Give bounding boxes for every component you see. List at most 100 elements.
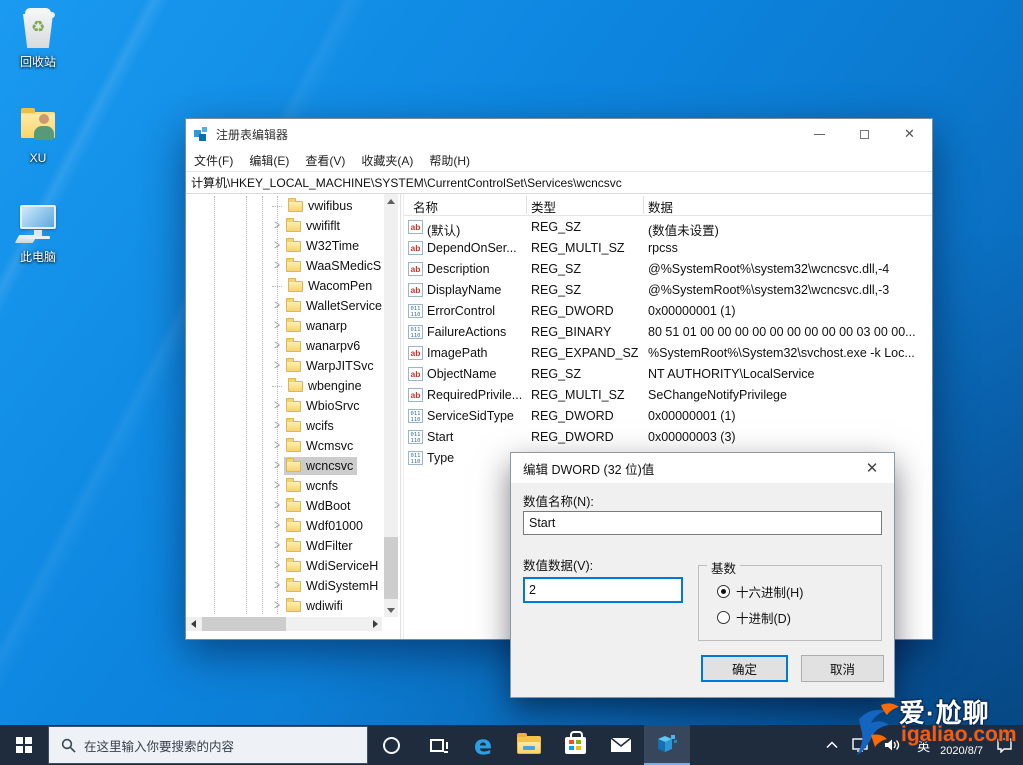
tree-item-wcncsvc[interactable]: >wcncsvc [186, 456, 400, 476]
tree-item-WdFilter[interactable]: >WdFilter [186, 536, 400, 556]
chevron-right-icon[interactable]: > [271, 599, 284, 613]
ok-button[interactable]: 确定 [701, 655, 788, 682]
minimize-button[interactable] [797, 119, 842, 149]
dialog-title-bar[interactable]: 编辑 DWORD (32 位)值 ✕ [511, 453, 894, 483]
value-row-(默认)[interactable]: ab(默认)REG_SZ(数值未设置) [404, 217, 932, 238]
tree-horizontal-scrollbar[interactable] [186, 617, 382, 631]
value-row-Description[interactable]: abDescriptionREG_SZ@%SystemRoot%\system3… [404, 259, 932, 280]
value-data-input[interactable] [523, 577, 683, 603]
tray-chevron-up-icon[interactable] [819, 741, 845, 749]
tree-item-WalletService[interactable]: >WalletService [186, 296, 400, 316]
tree-vertical-scrollbar[interactable] [384, 194, 398, 617]
chevron-right-icon[interactable]: > [271, 299, 284, 313]
value-row-ErrorControl[interactable]: 011110ErrorControlREG_DWORD0x00000001 (1… [404, 301, 932, 322]
desktop-icon-this-pc[interactable]: 此电脑 [5, 203, 71, 265]
start-button[interactable] [0, 725, 48, 765]
taskbar-task-view-button[interactable] [414, 725, 460, 765]
column-header-type[interactable]: 类型 [531, 197, 556, 216]
taskbar-file-explorer-button[interactable] [506, 725, 552, 765]
tree-item-wcnfs[interactable]: >wcnfs [186, 476, 400, 496]
scrollbar-thumb[interactable] [202, 617, 286, 631]
value-row-ServiceSidType[interactable]: 011110ServiceSidTypeREG_DWORD0x00000001 … [404, 406, 932, 427]
tree-item-Wdf01000[interactable]: >Wdf01000 [186, 516, 400, 536]
desktop-icon-user-folder[interactable]: XU [5, 106, 71, 165]
chevron-right-icon[interactable]: > [271, 559, 284, 573]
tree-item-WdiServiceH[interactable]: >WdiServiceH [186, 556, 400, 576]
taskbar-edge-button[interactable]: e [460, 725, 506, 765]
value-row-ObjectName[interactable]: abObjectNameREG_SZNT AUTHORITY\LocalServ… [404, 364, 932, 385]
radio-decimal[interactable]: 十进制(D) [717, 608, 791, 627]
menu-favorites[interactable]: 收藏夹(A) [353, 152, 421, 169]
chevron-right-icon[interactable]: > [271, 219, 284, 233]
taskbar-cortana-button[interactable] [368, 725, 414, 765]
chevron-right-icon[interactable]: > [271, 479, 284, 493]
menu-edit[interactable]: 编辑(E) [241, 152, 297, 169]
value-row-RequiredPrivile...[interactable]: abRequiredPrivile...REG_MULTI_SZSeChange… [404, 385, 932, 406]
scroll-down-arrow[interactable] [384, 603, 398, 617]
chevron-right-icon[interactable]: > [271, 359, 284, 373]
radio-hexadecimal[interactable]: 十六进制(H) [717, 582, 803, 601]
address-input[interactable] [187, 173, 931, 192]
scroll-up-arrow[interactable] [384, 194, 398, 208]
tray-ime-indicator[interactable]: 英 [909, 736, 938, 755]
chevron-right-icon[interactable]: > [271, 579, 284, 593]
menu-file[interactable]: 文件(F) [186, 152, 241, 169]
chevron-right-icon[interactable]: > [271, 439, 284, 453]
tree-item-wanarpv6[interactable]: >wanarpv6 [186, 336, 400, 356]
close-button[interactable]: ✕ [887, 119, 932, 149]
taskbar-store-button[interactable] [552, 725, 598, 765]
chevron-right-icon[interactable]: > [271, 399, 284, 413]
tree-item-vwififlt[interactable]: >vwififlt [186, 216, 400, 236]
scrollbar-thumb[interactable] [384, 537, 398, 599]
tree-item-WarpJITSvc[interactable]: >WarpJITSvc [186, 356, 400, 376]
chevron-right-icon[interactable]: > [271, 319, 284, 333]
value-row-DisplayName[interactable]: abDisplayNameREG_SZ@%SystemRoot%\system3… [404, 280, 932, 301]
cancel-button[interactable]: 取消 [801, 655, 884, 682]
chevron-right-icon[interactable]: > [271, 519, 284, 533]
tree-item-wbengine[interactable]: wbengine [186, 376, 400, 396]
chevron-right-icon[interactable]: > [271, 539, 284, 553]
tree-item-wdiwifi[interactable]: >wdiwifi [186, 596, 400, 616]
chevron-right-icon[interactable]: > [271, 499, 284, 513]
tree-item-WdiSystemH[interactable]: >WdiSystemH [186, 576, 400, 596]
tree-item-W32Time[interactable]: >W32Time [186, 236, 400, 256]
title-bar[interactable]: 注册表编辑器 ✕ [186, 119, 932, 149]
tray-volume-icon[interactable] [877, 738, 909, 752]
tree-item-WacomPen[interactable]: WacomPen [186, 276, 400, 296]
desktop-icon-recycle-bin[interactable]: ♻ 回收站 [5, 8, 71, 70]
chevron-right-icon[interactable]: > [271, 419, 284, 433]
tree-item-wanarp[interactable]: >wanarp [186, 316, 400, 336]
tree-item-WaaSMedicS[interactable]: >WaaSMedicS [186, 256, 400, 276]
tree-item-WbioSrvc[interactable]: >WbioSrvc [186, 396, 400, 416]
taskbar-mail-button[interactable] [598, 725, 644, 765]
scroll-left-arrow[interactable] [186, 617, 200, 631]
chevron-right-icon[interactable]: > [271, 459, 284, 473]
chevron-right-icon[interactable]: > [271, 239, 284, 253]
taskbar-search-box[interactable]: 在这里输入你要搜索的内容 [48, 726, 368, 764]
menu-view[interactable]: 查看(V) [297, 152, 353, 169]
registry-tree[interactable]: vwifibus>vwififlt>W32Time>WaaSMedicSWaco… [186, 194, 400, 639]
tree-item-Wcmsvc[interactable]: >Wcmsvc [186, 436, 400, 456]
taskbar-regedit-button-active[interactable] [644, 725, 690, 765]
tray-network-icon[interactable] [845, 738, 877, 752]
column-separator[interactable] [526, 196, 527, 214]
radio-button-icon[interactable] [717, 585, 730, 598]
maximize-button[interactable] [842, 119, 887, 149]
radio-button-icon[interactable] [717, 611, 730, 624]
value-row-FailureActions[interactable]: 011110FailureActionsREG_BINARY80 51 01 0… [404, 322, 932, 343]
value-row-Start[interactable]: 011110StartREG_DWORD0x00000003 (3) [404, 427, 932, 448]
chevron-right-icon[interactable]: > [271, 339, 284, 353]
column-header-name[interactable]: 名称 [413, 197, 438, 216]
value-name-field[interactable] [523, 511, 882, 535]
scroll-right-arrow[interactable] [368, 617, 382, 631]
tree-item-vwifibus[interactable]: vwifibus [186, 196, 400, 216]
tree-item-WdBoot[interactable]: >WdBoot [186, 496, 400, 516]
action-center-icon[interactable] [989, 738, 1023, 753]
column-header-data[interactable]: 数据 [648, 197, 673, 216]
dialog-close-icon[interactable]: ✕ [850, 453, 894, 483]
chevron-right-icon[interactable]: > [271, 259, 284, 273]
value-row-DependOnSer...[interactable]: abDependOnSer...REG_MULTI_SZrpcss [404, 238, 932, 259]
column-separator[interactable] [643, 196, 644, 214]
tree-item-wcifs[interactable]: >wcifs [186, 416, 400, 436]
value-row-ImagePath[interactable]: abImagePathREG_EXPAND_SZ%SystemRoot%\Sys… [404, 343, 932, 364]
